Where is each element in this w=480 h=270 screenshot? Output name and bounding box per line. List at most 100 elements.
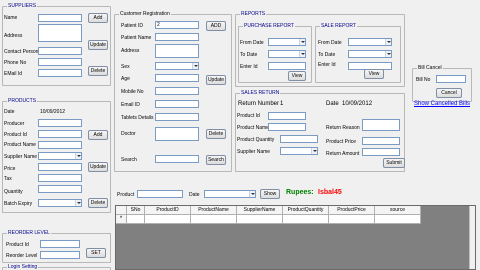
reorder-product-id-label: Product Id [6, 242, 29, 248]
chevron-down-icon[interactable] [311, 148, 317, 154]
return-quantity-input[interactable] [280, 135, 318, 143]
quantity-input[interactable] [38, 185, 82, 193]
chevron-down-icon[interactable] [299, 51, 305, 57]
reorder-product-id-input[interactable] [40, 240, 80, 248]
cell[interactable] [237, 215, 283, 224]
cell[interactable] [375, 215, 421, 224]
sale-to-select[interactable] [348, 50, 392, 58]
customer-address-input[interactable] [155, 44, 199, 58]
product-date-value: 10/09/2012 [40, 109, 66, 115]
col-product-id[interactable]: ProductID [145, 206, 191, 215]
patient-id-input[interactable]: 2 [155, 21, 199, 29]
col-product-quantity[interactable]: ProductQuantity [283, 206, 329, 215]
producer-input[interactable] [38, 119, 82, 127]
return-amount-label: Return Amount [326, 151, 360, 157]
return-date-value: 10/09/2012 [342, 101, 373, 107]
rupees-label: Rupees: [286, 189, 314, 196]
return-price-input[interactable] [362, 137, 400, 145]
batch-expiry-label: Batch Expiry [4, 201, 33, 207]
col-source[interactable]: source [375, 206, 421, 215]
return-supplier-select[interactable] [280, 147, 318, 155]
purchase-id-input[interactable] [268, 62, 306, 70]
tablets-input[interactable] [155, 113, 199, 121]
customer-delete-button[interactable]: Delete [206, 129, 226, 139]
show-cancelled-bills-link[interactable]: Show Cancelled Bills [414, 101, 470, 107]
return-amount-input[interactable] [362, 148, 400, 156]
purchase-to-label: To Date [240, 52, 258, 58]
cell[interactable] [127, 215, 145, 224]
price-input[interactable] [38, 163, 82, 171]
product-id-input[interactable] [38, 130, 82, 138]
col-sno[interactable]: SNo [127, 206, 145, 215]
product-delete-button[interactable]: Delete [88, 198, 108, 208]
reorder-level-input[interactable] [40, 251, 80, 259]
bill-cancel-button[interactable]: Cancel [436, 88, 462, 98]
grid-header: SNo ProductID ProductName SupplierName P… [116, 206, 421, 215]
sale-from-select[interactable] [348, 38, 392, 46]
supplier-name-select[interactable] [38, 152, 82, 160]
mobile-input[interactable] [155, 87, 199, 95]
tax-label: Tax [4, 176, 12, 182]
customer-title: Customer Registration [119, 11, 171, 17]
col-product-name[interactable]: ProductName [191, 206, 237, 215]
supplier-add-button[interactable]: Add [88, 13, 108, 23]
age-input[interactable] [155, 74, 199, 82]
sale-view-button[interactable]: View [364, 69, 384, 79]
return-submit-button[interactable]: Submit [383, 158, 405, 168]
product-update-button[interactable]: Update [88, 162, 108, 172]
table-row[interactable]: * [116, 215, 421, 224]
chevron-down-icon[interactable] [249, 191, 255, 197]
purchase-to-select[interactable] [268, 50, 306, 58]
doctor-input[interactable] [155, 127, 199, 141]
customer-update-button[interactable]: Update [206, 75, 226, 85]
filter-date-select[interactable] [204, 190, 256, 198]
patient-id-label: Patient ID [121, 23, 143, 29]
customer-search-input[interactable] [155, 155, 199, 163]
chevron-down-icon[interactable] [385, 39, 391, 45]
col-supplier-name[interactable]: SupplierName [237, 206, 283, 215]
return-number-value: 1 [280, 101, 284, 107]
col-product-price[interactable]: ProductPrice [329, 206, 375, 215]
customer-search-button[interactable]: Search [206, 155, 226, 165]
reorder-set-button[interactable]: SET [86, 248, 106, 258]
chevron-down-icon[interactable] [75, 200, 81, 206]
batch-expiry-select[interactable] [38, 199, 82, 207]
tax-input[interactable] [38, 174, 82, 182]
products-title: PRODUCTS [7, 98, 38, 104]
grid-vertical-scrollbar[interactable] [469, 206, 475, 269]
supplier-update-button[interactable]: Update [88, 40, 108, 50]
new-row-marker: * [116, 215, 127, 224]
data-grid[interactable]: SNo ProductID ProductName SupplierName P… [115, 205, 476, 270]
chevron-down-icon[interactable] [75, 153, 81, 159]
supplier-delete-button[interactable]: Delete [88, 66, 108, 76]
chevron-down-icon[interactable] [299, 39, 305, 45]
cell[interactable] [145, 215, 191, 224]
sex-label: Sex [121, 64, 130, 70]
bill-no-input[interactable] [436, 75, 466, 83]
product-add-button[interactable]: Add [88, 130, 108, 140]
return-reason-input[interactable] [362, 119, 400, 131]
chevron-down-icon[interactable] [192, 63, 198, 69]
filter-product-input[interactable] [137, 190, 183, 198]
purchase-from-select[interactable] [268, 38, 306, 46]
cell[interactable] [191, 215, 237, 224]
contact-person-input[interactable] [38, 47, 82, 55]
chevron-down-icon[interactable] [385, 51, 391, 57]
product-name-input[interactable] [38, 141, 82, 149]
customer-add-button[interactable]: ADD [206, 21, 226, 31]
cell[interactable] [283, 215, 329, 224]
patient-name-input[interactable] [155, 33, 199, 41]
filter-show-button[interactable]: Show [260, 189, 280, 199]
supplier-name-input[interactable] [38, 14, 82, 22]
filter-date-label: Date [189, 192, 200, 198]
purchase-view-button[interactable]: View [288, 71, 306, 81]
supplier-email-input[interactable] [38, 69, 82, 77]
customer-email-input[interactable] [155, 100, 199, 108]
return-product-id-input[interactable] [268, 112, 306, 120]
return-product-name-input[interactable] [268, 123, 306, 131]
supplier-address-input[interactable] [38, 24, 82, 42]
phone-input[interactable] [38, 58, 82, 66]
cell[interactable] [329, 215, 375, 224]
sex-select[interactable] [155, 62, 199, 70]
purchase-from-label: From Date [240, 40, 264, 46]
